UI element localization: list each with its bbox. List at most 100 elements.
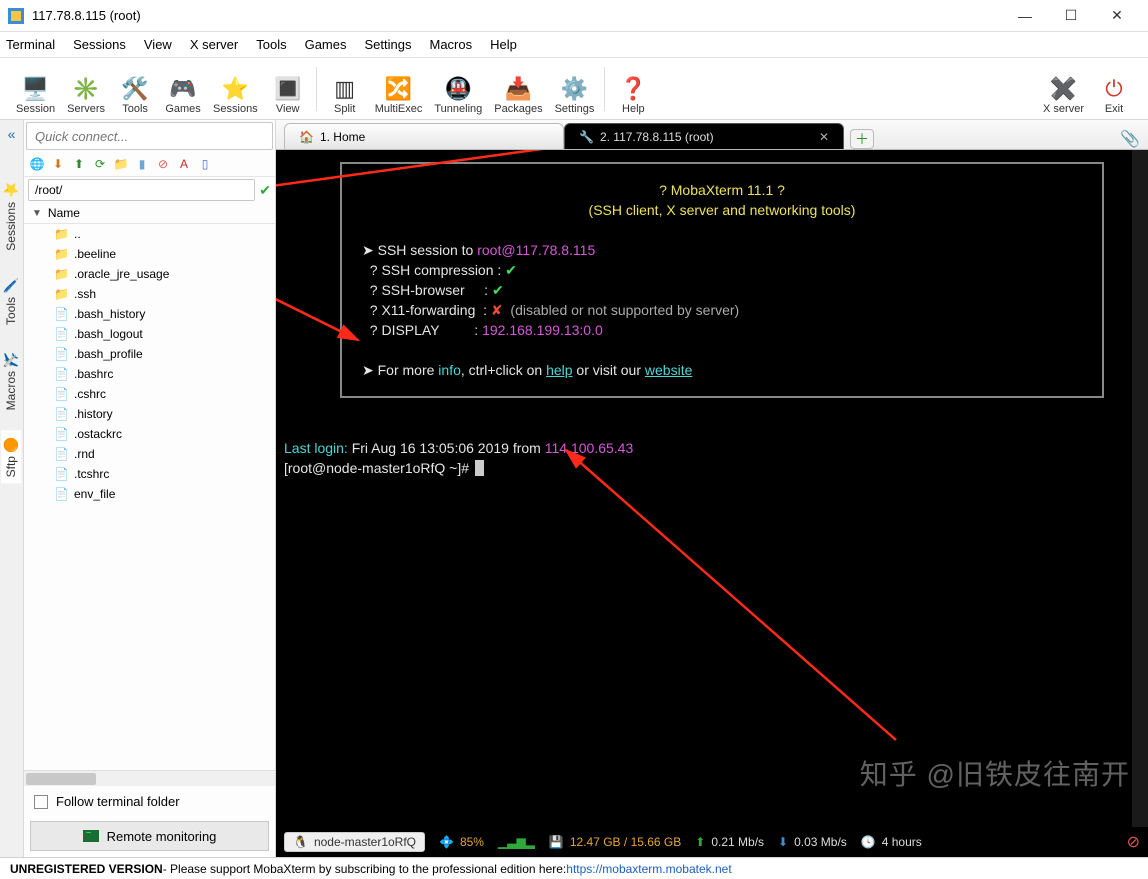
caret-down-icon: ▼ [32, 208, 42, 219]
window-maximize-button[interactable]: ☐ [1048, 0, 1094, 32]
menu-macros[interactable]: Macros [429, 37, 472, 52]
window-titlebar: 117.78.8.115 (root) — ☐ ✕ [0, 0, 1148, 32]
tab-home[interactable]: 🏠 1. Home [284, 123, 564, 149]
packages-icon: 📥 [505, 78, 532, 100]
servers-icon: ✳️ [72, 78, 99, 100]
file-icon: 📄 [54, 307, 68, 321]
paperclip-icon[interactable]: 📎 [1120, 129, 1140, 149]
delete-icon[interactable]: ⊘ [154, 155, 172, 173]
vtab-sftp[interactable]: Sftp🟠 [1, 430, 21, 483]
file-item[interactable]: 📁.beeline [54, 244, 275, 264]
menu-settings[interactable]: Settings [365, 37, 412, 52]
file-item[interactable]: 📁.. [54, 224, 275, 244]
menu-tools[interactable]: Tools [256, 37, 286, 52]
checkbox-icon[interactable] [34, 795, 48, 809]
toolbar-sessions-button[interactable]: ⭐Sessions [207, 61, 264, 117]
toolbar-help-button[interactable]: ❓Help [609, 61, 657, 117]
file-icon: 📄 [54, 347, 68, 361]
upload-icon[interactable]: ⬆ [70, 155, 88, 173]
file-icon: 📄 [54, 467, 68, 481]
toolbar-packages-button[interactable]: 📥Packages [488, 61, 548, 117]
toolbar-tools-button[interactable]: 🛠️Tools [111, 61, 159, 117]
xserver-icon: ✖️ [1050, 78, 1077, 100]
terminal-panel[interactable]: ? MobaXterm 11.1 ? (SSH client, X server… [276, 150, 1148, 827]
toolbar-exit-button[interactable]: ⏻Exit [1090, 61, 1138, 117]
file-item[interactable]: 📁.ssh [54, 284, 275, 304]
file-item[interactable]: 📄.bash_history [54, 304, 275, 324]
website-link[interactable]: website [645, 362, 692, 378]
file-item[interactable]: 📄.bashrc [54, 364, 275, 384]
font-icon[interactable]: A [175, 155, 193, 173]
remote-monitoring-button[interactable]: Remote monitoring [30, 821, 269, 851]
sftp-sidebar: 🌐 ⬇ ⬆ ⟳ 📁 ▮ ⊘ A ▯ ✔ ▼ Name 📁..📁.beeline📁… [24, 120, 276, 857]
menu-xserver[interactable]: X server [190, 37, 238, 52]
sidebar-scrollbar[interactable] [24, 770, 275, 786]
vtab-macros[interactable]: Macros✈️ [1, 345, 21, 416]
new-file-icon[interactable]: ▮ [133, 155, 151, 173]
menu-help[interactable]: Help [490, 37, 517, 52]
send-icon: ✈️ [3, 351, 19, 367]
toolbar-view-button[interactable]: 🔳View [264, 61, 312, 117]
status-graph: ▁▃▆▂ [498, 835, 535, 849]
download-icon[interactable]: ⬇ [49, 155, 67, 173]
file-icon: 📄 [54, 407, 68, 421]
sftp-path-input[interactable] [28, 179, 255, 201]
close-icon[interactable]: ✕ [819, 130, 829, 144]
window-close-button[interactable]: ✕ [1094, 0, 1140, 32]
toolbar-servers-button[interactable]: ✳️Servers [61, 61, 111, 117]
status-close-icon[interactable]: ⊘ [1127, 832, 1140, 852]
gear-icon: ⚙️ [561, 78, 588, 100]
follow-terminal-row[interactable]: Follow terminal folder [24, 786, 275, 817]
file-icon: 📄 [54, 387, 68, 401]
help-link[interactable]: help [546, 362, 572, 378]
checkmark-icon: ✔ [259, 182, 271, 199]
menu-games[interactable]: Games [305, 37, 347, 52]
vtab-sessions[interactable]: Sessions⭐ [1, 176, 21, 257]
file-icon: 📄 [54, 327, 68, 341]
status-uptime: 🕓4 hours [861, 835, 922, 849]
menu-sessions[interactable]: Sessions [73, 37, 126, 52]
sidebar-collapse-button[interactable]: « [8, 126, 16, 142]
file-icon: 📄 [54, 487, 68, 501]
menu-bar: Terminal Sessions View X server Tools Ga… [0, 32, 1148, 58]
tab-ssh-session[interactable]: 🔧 2. 117.78.8.115 (root) ✕ [564, 123, 844, 149]
toolbar-split-button[interactable]: ▥Split [321, 61, 369, 117]
file-item[interactable]: 📄.cshrc [54, 384, 275, 404]
toolbar-tunneling-button[interactable]: 🚇Tunneling [428, 61, 488, 117]
globe-icon[interactable]: 🌐 [28, 155, 46, 173]
terminal-scrollbar[interactable] [1132, 150, 1148, 827]
new-tab-button[interactable]: ＋ [850, 129, 874, 149]
file-item[interactable]: 📄env_file [54, 484, 275, 504]
toolbar-settings-button[interactable]: ⚙️Settings [549, 61, 601, 117]
file-item[interactable]: 📄.tcshrc [54, 464, 275, 484]
menu-terminal[interactable]: Terminal [6, 37, 55, 52]
folder-icon: 📁 [54, 247, 68, 261]
new-folder-icon[interactable]: 📁 [112, 155, 130, 173]
toolbar-session-button[interactable]: 🖥️Session [10, 61, 61, 117]
list-icon[interactable]: ▯ [196, 155, 214, 173]
file-item[interactable]: 📄.history [54, 404, 275, 424]
folder-icon: 📁 [54, 267, 68, 281]
menu-view[interactable]: View [144, 37, 172, 52]
sftp-tree-header[interactable]: ▼ Name [24, 203, 275, 224]
file-item[interactable]: 📄.rnd [54, 444, 275, 464]
toolbar-xserver-button[interactable]: ✖️X server [1037, 61, 1090, 117]
main-area: 🏠 1. Home 🔧 2. 117.78.8.115 (root) ✕ ＋ 📎… [276, 120, 1148, 857]
file-item[interactable]: 📁.oracle_jre_usage [54, 264, 275, 284]
quick-connect-input[interactable] [26, 122, 273, 150]
file-item[interactable]: 📄.bash_logout [54, 324, 275, 344]
main-toolbar: 🖥️Session ✳️Servers 🛠️Tools 🎮Games ⭐Sess… [0, 58, 1148, 120]
session-icon: 🖥️ [22, 78, 49, 100]
games-icon: 🎮 [169, 78, 196, 100]
footer-link[interactable]: https://mobaxterm.mobatek.net [566, 862, 731, 876]
vtab-tools[interactable]: Tools🖊️ [1, 271, 21, 331]
window-minimize-button[interactable]: — [1002, 0, 1048, 32]
toolbar-games-button[interactable]: 🎮Games [159, 61, 207, 117]
toolbar-separator [604, 67, 605, 111]
tunneling-icon: 🚇 [445, 78, 472, 100]
refresh-icon[interactable]: ⟳ [91, 155, 109, 173]
file-item[interactable]: 📄.bash_profile [54, 344, 275, 364]
toolbar-multiexec-button[interactable]: 🔀MultiExec [369, 61, 429, 117]
file-item[interactable]: 📄.ostackrc [54, 424, 275, 444]
status-net-down: ⬇0.03 Mb/s [778, 835, 847, 849]
